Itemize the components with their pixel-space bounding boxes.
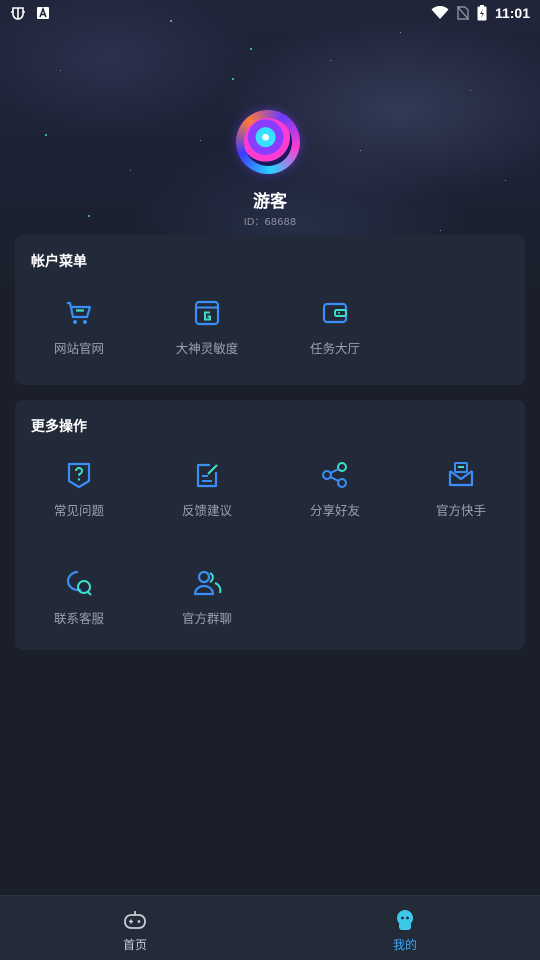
sensitivity-button[interactable]: 大神灵敏度 bbox=[143, 298, 271, 357]
status-bar: 11:01 bbox=[0, 0, 540, 26]
account-menu-card: 帐户菜单 网站官网 大神灵敏度 任务大厅 bbox=[15, 235, 525, 385]
mail-box-icon bbox=[448, 462, 474, 487]
feedback-label: 反馈建议 bbox=[181, 503, 232, 518]
a-box-icon bbox=[37, 6, 49, 19]
contact-support-button[interactable]: 联系客服 bbox=[15, 568, 143, 627]
group-users-icon bbox=[193, 570, 222, 596]
contact-support-label: 联系客服 bbox=[53, 611, 104, 626]
cart-icon bbox=[67, 301, 92, 324]
gamepad-icon bbox=[124, 911, 146, 929]
tab-home[interactable]: 首页 bbox=[75, 908, 195, 953]
avatar[interactable] bbox=[236, 110, 300, 174]
tab-mine[interactable]: 我的 bbox=[345, 908, 465, 953]
official-kuaishou-button[interactable]: 官方快手 bbox=[397, 460, 525, 519]
share-icon bbox=[322, 462, 347, 488]
website-button[interactable]: 网站官网 bbox=[15, 298, 143, 357]
faq-label: 常见问题 bbox=[53, 503, 104, 518]
tab-mine-label: 我的 bbox=[392, 938, 417, 952]
task-hall-label: 任务大厅 bbox=[309, 341, 360, 356]
share-friends-label: 分享好友 bbox=[309, 503, 360, 518]
sensitivity-label: 大神灵敏度 bbox=[175, 341, 239, 356]
official-group-chat-button[interactable]: 官方群聊 bbox=[143, 568, 271, 627]
account-menu-title: 帐户菜单 bbox=[31, 254, 87, 270]
website-label: 网站官网 bbox=[53, 341, 104, 356]
question-shield-icon bbox=[67, 462, 91, 489]
user-id: ID：68688 bbox=[243, 217, 297, 228]
status-time: 11:01 bbox=[494, 5, 530, 21]
faq-button[interactable]: 常见问题 bbox=[15, 460, 143, 519]
official-group-chat-label: 官方群聊 bbox=[181, 611, 232, 626]
tab-home-label: 首页 bbox=[122, 938, 147, 952]
chat-bubbles-icon bbox=[66, 570, 92, 596]
more-actions-card: 更多操作 常见问题 反馈建议 分享好友 官方快手 联系客服 官方群聊 bbox=[15, 400, 525, 650]
mascot-icon bbox=[397, 910, 413, 930]
task-hall-button[interactable]: 任务大厅 bbox=[271, 298, 399, 357]
edit-note-icon bbox=[196, 463, 218, 488]
bug-icon bbox=[11, 7, 25, 20]
g-panel-icon bbox=[194, 300, 220, 326]
feedback-button[interactable]: 反馈建议 bbox=[143, 460, 271, 519]
battery-charging-icon bbox=[477, 5, 487, 21]
no-sim-icon bbox=[456, 6, 469, 20]
bottom-tab-bar: 首页 我的 bbox=[0, 895, 540, 960]
share-friends-button[interactable]: 分享好友 bbox=[271, 460, 399, 519]
official-kuaishou-label: 官方快手 bbox=[435, 503, 486, 518]
more-actions-title: 更多操作 bbox=[31, 419, 87, 435]
username: 游客 bbox=[253, 192, 287, 212]
wifi-icon bbox=[431, 6, 449, 19]
wallet-icon bbox=[322, 302, 348, 324]
